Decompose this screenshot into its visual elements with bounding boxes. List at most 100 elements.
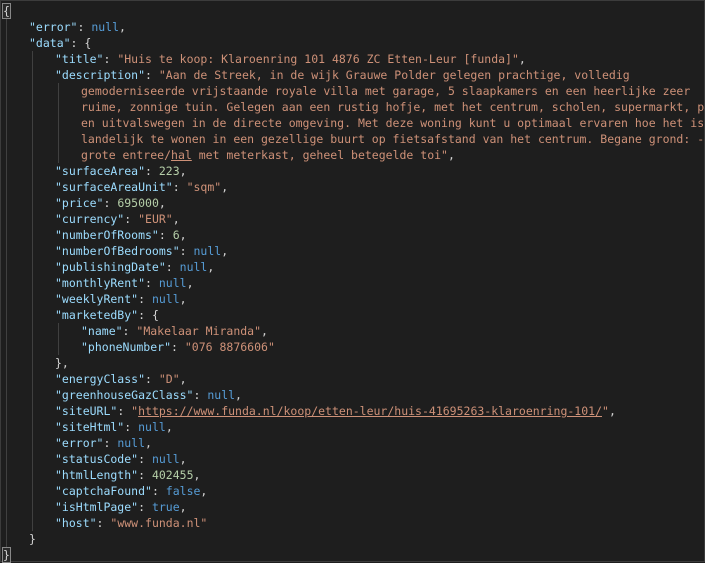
- json-punctuation: :: [171, 340, 185, 354]
- code-line[interactable]: "siteHtml": null,: [55, 419, 173, 435]
- json-punctuation: ,: [172, 212, 180, 226]
- code-line[interactable]: "htmlLength": 402455,: [55, 467, 200, 483]
- json-literal: null: [117, 436, 146, 450]
- json-literal: false: [165, 484, 201, 498]
- code-line[interactable]: "isHtmlPage": true,: [55, 499, 187, 515]
- json-key: "error": [55, 436, 104, 450]
- code-line[interactable]: landelijk te wonen in een gezellige buur…: [81, 131, 704, 147]
- code-line[interactable]: "name": "Makelaar Miranda",: [81, 323, 268, 339]
- code-line[interactable]: gemoderniseerde vrijstaande royale villa…: [81, 83, 690, 99]
- json-punctuation: ,: [608, 404, 616, 418]
- json-string: "D": [158, 372, 180, 386]
- code-line[interactable]: },: [55, 355, 69, 371]
- json-key: "weeklyRent": [55, 292, 139, 306]
- indent-guide: [32, 51, 33, 531]
- json-punctuation: :: [172, 180, 187, 194]
- code-line[interactable]: "title": "Huis te koop: Klaroenring 101 …: [55, 51, 526, 67]
- json-punctuation: :: [122, 324, 137, 338]
- json-key: "numberOfRooms": [55, 228, 159, 242]
- json-punctuation: :: [151, 484, 166, 498]
- code-line[interactable]: "surfaceArea": 223,: [55, 163, 187, 179]
- json-literal: null: [158, 276, 187, 290]
- json-punctuation: : {: [70, 36, 92, 50]
- code-line[interactable]: "currency": "EUR",: [55, 211, 180, 227]
- code-line[interactable]: "greenhouseGazClass": null,: [55, 387, 242, 403]
- json-key: "phoneNumber": [81, 340, 172, 354]
- json-punctuation: ,: [186, 276, 194, 290]
- code-line[interactable]: "numberOfRooms": 6,: [55, 227, 187, 243]
- code-line[interactable]: "surfaceAreaUnit": "sqm",: [55, 179, 228, 195]
- code-line[interactable]: }: [29, 531, 36, 547]
- indent-guide: [6, 19, 7, 547]
- json-key: "monthlyRent": [55, 276, 146, 290]
- json-string: en uitvalswegen in de directe omgeving. …: [81, 116, 705, 130]
- json-literal: null: [151, 452, 180, 466]
- json-key: "price": [55, 196, 104, 210]
- json-key: "siteHtml": [55, 420, 125, 434]
- json-punctuation: ,: [193, 468, 201, 482]
- code-line[interactable]: "weeklyRent": null,: [55, 291, 187, 307]
- code-line[interactable]: "siteURL": "https://www.funda.nl/koop/et…: [55, 403, 616, 419]
- json-key: "numberOfBedrooms": [55, 244, 180, 258]
- json-punctuation: ,: [179, 500, 187, 514]
- json-punctuation: ,: [261, 324, 268, 338]
- json-punctuation: {: [2, 3, 11, 19]
- json-key: "siteURL": [55, 404, 118, 418]
- json-string: "EUR": [138, 212, 173, 226]
- code-editor[interactable]: {"error": null, "data": {"title": "Huis t…: [0, 0, 705, 563]
- json-punctuation: ,: [179, 452, 187, 466]
- json-punctuation: ,: [200, 484, 208, 498]
- json-punctuation: ,: [235, 388, 242, 402]
- json-punctuation: :: [138, 468, 152, 482]
- code-line[interactable]: "statusCode": null,: [55, 451, 187, 467]
- json-key: "greenhouseGazClass": [55, 388, 194, 402]
- json-key: "marketedBy": [55, 308, 139, 322]
- json-punctuation: :: [103, 436, 118, 450]
- code-line[interactable]: "price": 695000,: [55, 195, 166, 211]
- json-punctuation: :: [117, 404, 132, 418]
- code-line[interactable]: ruime, zonnige tuin. Gelegen aan een rus…: [81, 99, 705, 115]
- json-punctuation: ,: [179, 164, 187, 178]
- json-string: met meterkast, geheel betegelde toi": [191, 148, 448, 162]
- code-line[interactable]: en uitvalswegen in de directe omgeving. …: [81, 115, 705, 131]
- json-punctuation: ,: [119, 20, 126, 34]
- code-line[interactable]: "error": null,: [55, 435, 152, 451]
- json-string: hal: [171, 148, 192, 162]
- code-line[interactable]: "marketedBy": {: [55, 307, 159, 323]
- json-literal: null: [207, 388, 236, 402]
- json-punctuation: :: [145, 276, 159, 290]
- code-line[interactable]: "error": null,: [29, 19, 126, 35]
- json-string: gemoderniseerde vrijstaande royale villa…: [81, 84, 691, 98]
- json-key: "name": [81, 324, 123, 338]
- code-line[interactable]: "captchaFound": false,: [55, 483, 207, 499]
- indent-guide: [58, 323, 59, 355]
- json-punctuation: :: [193, 388, 208, 402]
- json-punctuation: ,: [179, 228, 187, 242]
- json-number: 695000: [117, 196, 159, 210]
- json-key: "data": [29, 36, 71, 50]
- code-line[interactable]: }: [2, 547, 11, 563]
- json-punctuation: ,: [179, 292, 187, 306]
- json-punctuation: :: [96, 516, 111, 530]
- code-line[interactable]: "phoneNumber": "076 8876606": [81, 339, 275, 355]
- json-key: "surfaceAreaUnit": [55, 180, 173, 194]
- json-literal: null: [138, 420, 166, 434]
- code-line[interactable]: "description": "Aan de Streek, in de wij…: [55, 67, 630, 83]
- code-line[interactable]: "energyClass": "D",: [55, 371, 187, 387]
- json-punctuation: }: [29, 532, 36, 546]
- json-punctuation: :: [145, 68, 159, 82]
- code-line[interactable]: "publishingDate": null,: [55, 259, 214, 275]
- code-line[interactable]: "numberOfBedrooms": null,: [55, 243, 228, 259]
- code-line[interactable]: "host": "www.funda.nl": [55, 515, 207, 531]
- json-string: "Makelaar Miranda": [136, 324, 262, 338]
- code-line[interactable]: "monthlyRent": null,: [55, 275, 194, 291]
- code-line[interactable]: "data": {: [29, 35, 91, 51]
- code-line[interactable]: grote entree/hal met meterkast, geheel b…: [81, 147, 455, 163]
- json-punctuation: :: [77, 20, 92, 34]
- json-literal: null: [179, 260, 208, 274]
- code-line[interactable]: {: [2, 3, 11, 19]
- json-punctuation: : {: [138, 308, 159, 322]
- json-punctuation: :: [179, 244, 194, 258]
- json-string: grote entree/: [81, 148, 172, 162]
- json-punctuation: :: [145, 372, 159, 386]
